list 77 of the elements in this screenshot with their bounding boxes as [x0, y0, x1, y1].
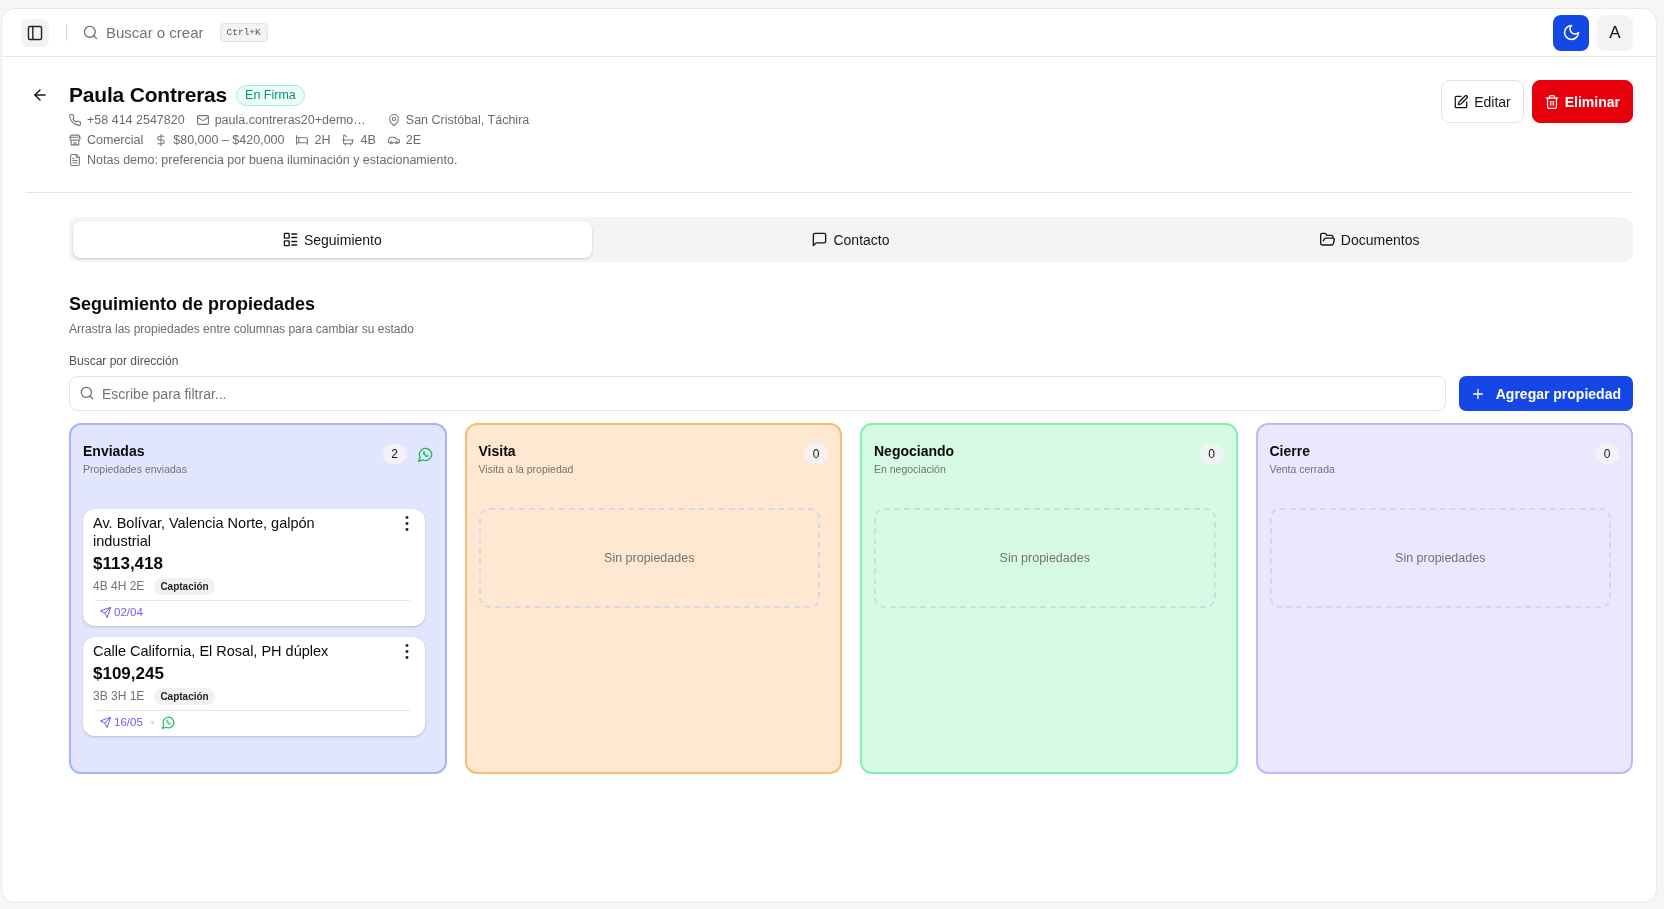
empty-dropzone: Sin propiedades — [874, 508, 1216, 608]
property-price: $109,245 — [93, 663, 165, 685]
bathtub-icon — [342, 134, 355, 146]
store-icon — [69, 134, 81, 146]
sent-date: 02/04 — [114, 606, 143, 618]
count-badge: 0 — [804, 444, 828, 464]
theme-toggle-button[interactable] — [1553, 14, 1589, 51]
paper-plane-icon — [100, 716, 111, 728]
status-badge: En Firma — [236, 84, 305, 106]
column-title: Negociando — [874, 442, 956, 460]
contact-name: Paula Contreras — [69, 82, 228, 108]
envelope-icon — [196, 114, 209, 126]
tab[interactable]: Documentos — [1110, 221, 1629, 258]
plus-icon — [1470, 386, 1485, 401]
property-price: $113,418 — [93, 553, 164, 575]
section-title: Seguimiento de propiedades — [69, 293, 317, 316]
stage-tag: Captación — [154, 687, 215, 705]
edit-button[interactable]: Editar — [1441, 80, 1524, 123]
sidebar-toggle-button[interactable] — [21, 18, 49, 47]
search-icon — [83, 25, 98, 40]
notes-text: Notas demo: preferencia por buena iluminación y estacionamiento. — [87, 153, 458, 167]
folder-icon — [1319, 232, 1335, 247]
moon-icon — [1562, 24, 1580, 41]
property-specs: 4B 4H 2E — [93, 579, 145, 593]
keyboard-shortcut: Ctrl+K — [219, 23, 268, 42]
bedroom-count: 2H — [314, 133, 331, 147]
property-type: Comercial — [87, 133, 144, 147]
tab[interactable]: Seguimiento — [73, 221, 592, 258]
stage-tag: Captación — [154, 577, 215, 595]
property-title: Av. Bolívar, Valencia Norte, galpón industrial — [93, 514, 316, 550]
count-badge: 0 — [1199, 444, 1224, 464]
field-label: Buscar por dirección — [69, 353, 180, 369]
tab[interactable]: Contacto — [591, 221, 1111, 258]
car-icon — [387, 134, 400, 146]
budget-range: $80,000 – $420,000 — [173, 133, 285, 147]
trash-icon — [1544, 94, 1559, 109]
avatar-button[interactable]: A — [1597, 14, 1633, 51]
kebab-menu-icon[interactable] — [404, 644, 409, 659]
column-title: Enviadas — [83, 442, 146, 460]
column-title: Cierre — [1269, 442, 1311, 460]
property-title: Calle California, El Rosal, PH dúplex — [93, 642, 329, 660]
paper-plane-icon — [100, 606, 111, 618]
sidebar-panel-icon — [27, 24, 43, 41]
section-subtitle: Arrastra las propiedades entre columnas para cambiar su estado — [69, 321, 415, 337]
document-icon — [69, 154, 81, 166]
column-subtitle: En negociación — [874, 462, 947, 476]
column-subtitle: Venta cerrada — [1269, 462, 1336, 476]
sent-date: 16/05 — [114, 716, 143, 728]
phone-number: +58 414 2547820 — [87, 113, 185, 127]
location-text: San Cristóbal, Táchira — [405, 113, 530, 127]
add-property-button[interactable]: Agregar propiedad — [1458, 376, 1633, 411]
phone-icon — [69, 114, 81, 126]
message-icon — [812, 232, 828, 247]
filter-field[interactable]: Escribe para filtrar... — [69, 376, 1446, 411]
column-subtitle: Visita a la propiedad — [478, 462, 575, 476]
search-icon — [80, 386, 94, 400]
dot-icon — [150, 720, 154, 724]
property-card[interactable]: Av. Bolívar, Valencia Norte, galpón industrial $113,418 4B 4H 2E Captación 02/04 — [83, 509, 425, 626]
column-subtitle: Propiedades enviadas — [83, 462, 188, 476]
column-title: Visita — [478, 442, 517, 460]
kebab-menu-icon[interactable] — [404, 516, 409, 531]
pencil-square-icon — [1454, 94, 1469, 109]
property-card[interactable]: Calle California, El Rosal, PH dúplex $109,245 3B 3H 1E Captación 16/05 — [83, 637, 425, 736]
parking-count: 2E — [405, 133, 422, 147]
list-icon — [282, 232, 298, 247]
bed-icon — [296, 134, 309, 146]
empty-dropzone: Sin propiedades — [478, 508, 820, 608]
location-pin-icon — [387, 114, 400, 126]
empty-dropzone: Sin propiedades — [1269, 508, 1611, 608]
search-button[interactable]: Buscar o crear — [83, 18, 204, 47]
count-badge: 2 — [382, 444, 407, 464]
dollar-icon — [155, 134, 168, 146]
delete-button[interactable]: Eliminar — [1531, 80, 1633, 123]
bathroom-count: 4B — [360, 133, 376, 147]
property-specs: 3B 3H 1E — [93, 689, 145, 703]
count-badge: 0 — [1595, 444, 1619, 464]
email-address: paula.contreras20+demo… — [214, 113, 366, 127]
